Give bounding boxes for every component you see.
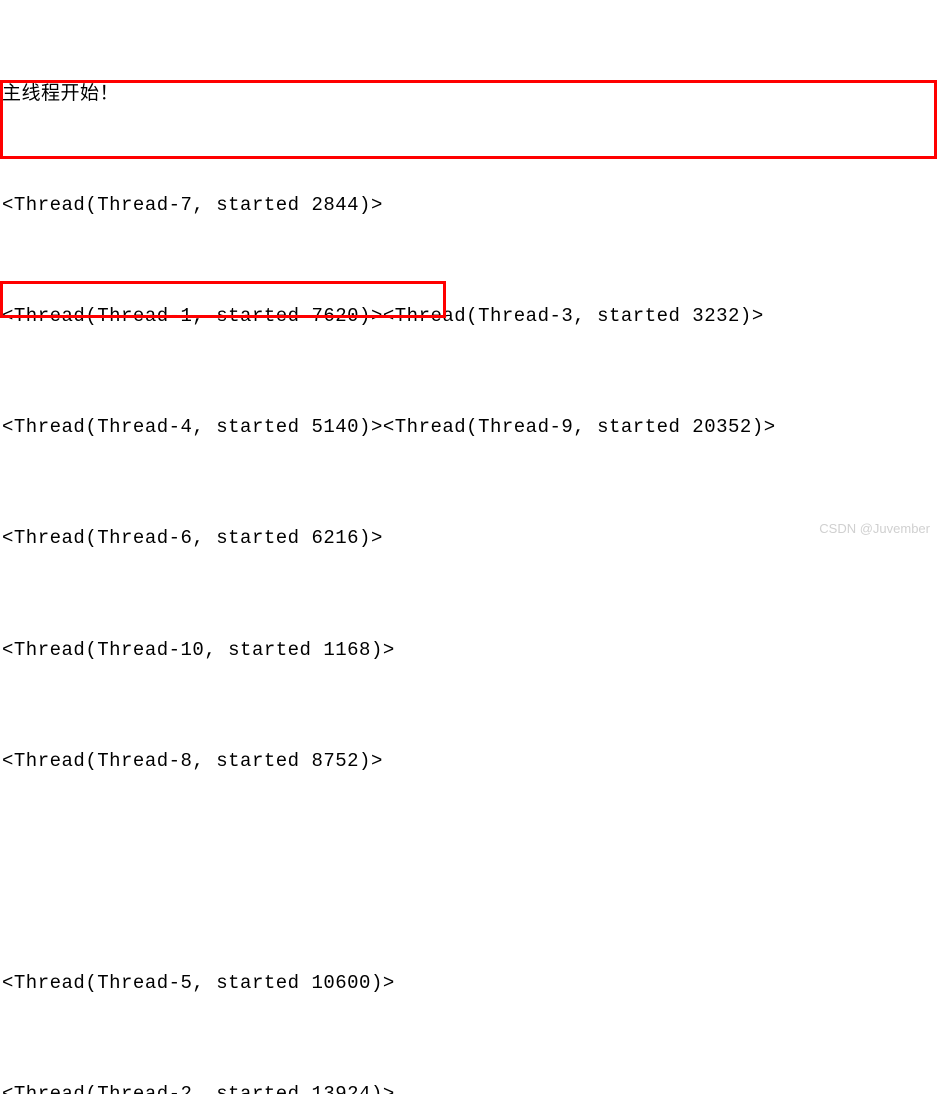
- console-line: <Thread(Thread-5, started 10600)>: [2, 965, 938, 1002]
- console-line: <Thread(Thread-8, started 8752)>: [2, 743, 938, 780]
- console-line: <Thread(Thread-6, started 6216)>: [2, 520, 938, 557]
- watermark-text: CSDN @Juvember: [819, 516, 930, 541]
- console-line: <Thread(Thread-1, started 7620)><Thread(…: [2, 298, 938, 335]
- console-line: <Thread(Thread-4, started 5140)><Thread(…: [2, 409, 938, 446]
- console-output: 主线程开始！ <Thread(Thread-7, started 2844)> …: [2, 2, 938, 1094]
- console-line: <Thread(Thread-10, started 1168)>: [2, 632, 938, 669]
- console-line: <Thread(Thread-7, started 2844)>: [2, 187, 938, 224]
- console-line: <Thread(Thread-2, started 13924)>: [2, 1076, 938, 1094]
- console-line: [2, 854, 938, 891]
- console-line: 主线程开始！: [2, 76, 938, 113]
